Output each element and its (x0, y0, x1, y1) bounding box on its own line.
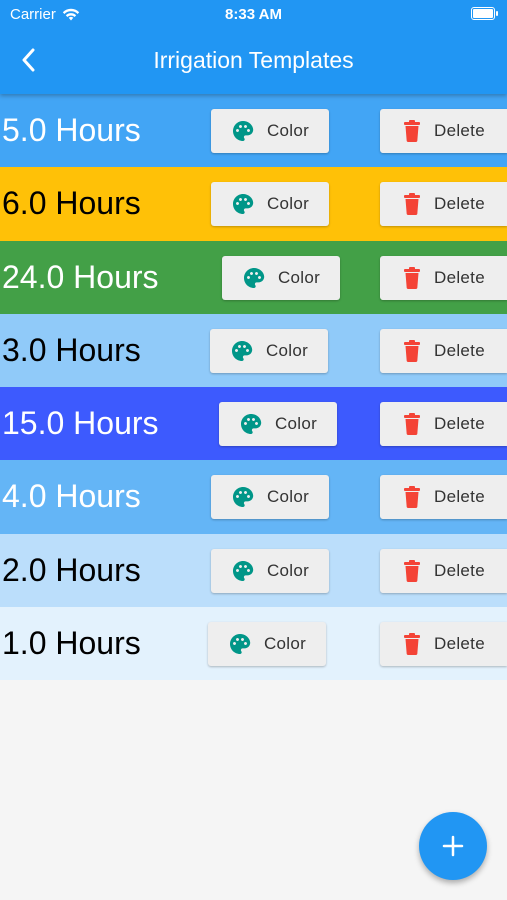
template-list: 5.0 Hours Color Delete 6.0 Hours Color Delete… (0, 94, 507, 681)
template-row[interactable]: 4.0 Hours Color Delete (0, 460, 507, 534)
palette-icon (232, 121, 254, 141)
color-button-label: Color (266, 194, 310, 214)
color-button-label: Color (274, 414, 318, 434)
template-duration-label: 3.0 Hours (2, 331, 141, 368)
delete-button-label: Delete (434, 414, 485, 434)
color-button[interactable]: Color (222, 255, 340, 300)
delete-button[interactable]: Delete (380, 622, 507, 667)
trash-icon (404, 559, 421, 582)
palette-icon (231, 340, 253, 361)
trash-icon (404, 266, 421, 289)
delete-button-label: Delete (434, 487, 485, 507)
delete-button[interactable]: Delete (380, 328, 507, 373)
trash-icon (404, 193, 421, 216)
color-button-label: Color (266, 560, 310, 580)
delete-button-label: Delete (434, 121, 485, 140)
template-row[interactable]: 1.0 Hours Color Delete (0, 607, 507, 681)
template-duration-label: 2.0 Hours (2, 551, 141, 588)
template-duration-label: 6.0 Hours (2, 185, 141, 222)
color-button-label: Color (263, 634, 307, 654)
delete-button-label: Delete (434, 560, 485, 580)
trash-icon (404, 413, 421, 436)
template-duration-label: 15.0 Hours (2, 405, 159, 442)
trash-icon (404, 486, 421, 509)
color-button-label: Color (265, 340, 309, 360)
delete-button[interactable]: Delete (380, 109, 507, 153)
status-time: 8:33 AM (225, 6, 282, 23)
color-button-label: Color (277, 267, 321, 287)
template-row[interactable]: 3.0 Hours Color Delete (0, 313, 507, 388)
color-button[interactable]: Color (211, 182, 329, 227)
delete-button[interactable]: Delete (380, 182, 507, 227)
add-template-button[interactable] (419, 812, 487, 880)
delete-button[interactable]: Delete (380, 255, 507, 300)
delete-button-label: Delete (434, 267, 485, 287)
palette-icon (232, 560, 254, 581)
color-button[interactable]: Color (208, 622, 326, 667)
template-row[interactable]: 24.0 Hours Color Delete (0, 240, 507, 314)
color-button-label: Color (266, 487, 310, 507)
palette-icon (240, 414, 262, 435)
delete-button-label: Delete (434, 340, 485, 360)
template-row[interactable]: 15.0 Hours Color Delete (0, 387, 507, 461)
template-row[interactable]: 2.0 Hours Color Delete (0, 533, 507, 608)
template-duration-label: 1.0 Hours (2, 625, 141, 662)
color-button[interactable]: Color (210, 328, 328, 373)
palette-icon (232, 194, 254, 215)
template-duration-label: 5.0 Hours (2, 112, 141, 148)
color-button[interactable]: Color (219, 402, 337, 447)
app-bar: Carrier 8:33 AM Irrigation Templates (0, 0, 507, 94)
color-button[interactable]: Color (211, 475, 329, 520)
delete-button-label: Delete (434, 194, 485, 214)
color-button[interactable]: Color (211, 548, 329, 593)
delete-button[interactable]: Delete (380, 548, 507, 593)
plus-icon (442, 835, 464, 857)
template-row[interactable]: 6.0 Hours Color Delete (0, 167, 507, 241)
color-button[interactable]: Color (211, 109, 329, 153)
trash-icon (404, 633, 421, 656)
color-button-label: Color (266, 121, 310, 140)
delete-button-label: Delete (434, 634, 485, 654)
palette-icon (232, 487, 254, 508)
palette-icon (229, 634, 251, 655)
template-duration-label: 24.0 Hours (2, 258, 159, 295)
page-title: Irrigation Templates (153, 47, 354, 73)
template-duration-label: 4.0 Hours (2, 478, 141, 515)
delete-button[interactable]: Delete (380, 475, 507, 520)
trash-icon (404, 120, 421, 143)
delete-button[interactable]: Delete (380, 402, 507, 447)
status-bar: Carrier 8:33 AM (0, 0, 507, 28)
palette-icon (243, 267, 265, 288)
battery-icon (471, 7, 498, 20)
template-row[interactable]: 5.0 Hours Color Delete (0, 94, 507, 168)
trash-icon (404, 339, 421, 362)
